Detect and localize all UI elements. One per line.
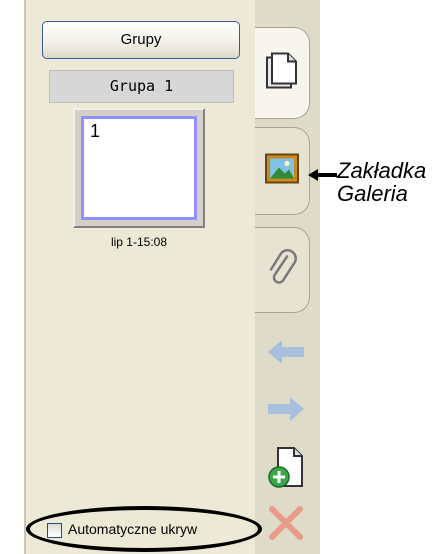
tab-pages[interactable] [255,27,310,119]
tab-attachments[interactable] [255,227,310,313]
group-name-header[interactable]: Grupa 1 [49,70,234,103]
page-number: 1 [90,121,101,141]
page-thumbnail-caption: lip 1-15:08 [110,235,168,249]
auto-hide-checkbox[interactable] [47,523,62,538]
paperclip-icon [267,249,297,292]
gallery-picture-icon [265,153,299,189]
delete-icon[interactable] [266,503,306,548]
add-page-icon[interactable] [266,446,306,495]
auto-hide-label: Automatyczne ukryw [68,521,198,537]
forward-arrow-icon[interactable] [266,394,306,429]
groups-button[interactable]: Grupy [42,21,240,59]
annotation-line-2: Galeria [337,181,408,206]
tab-gallery[interactable] [255,127,310,215]
back-arrow-icon[interactable] [266,337,306,372]
page-thumbnail-canvas: 1 [81,116,197,220]
callout-arrow [308,169,337,181]
page-thumbnail[interactable]: 1 [73,108,205,228]
page-icon [264,52,300,95]
